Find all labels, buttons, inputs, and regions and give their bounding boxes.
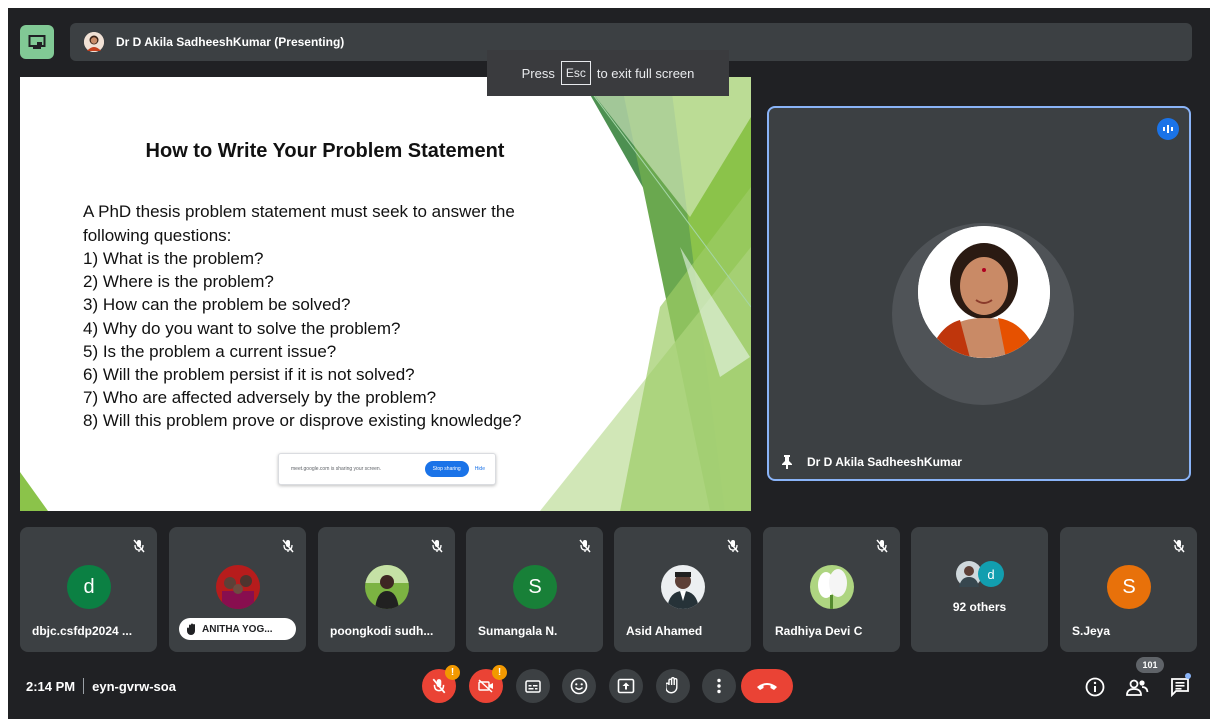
participant-tile[interactable]: Radhiya Devi C: [763, 527, 900, 652]
participant-tile[interactable]: Asid Ahamed: [614, 527, 751, 652]
participant-tile[interactable]: poongkodi sudh...: [318, 527, 455, 652]
mic-off-icon: [579, 539, 591, 553]
participant-avatar: [661, 565, 705, 609]
meeting-code: eyn-gvrw-soa: [92, 678, 176, 694]
raise-hand-icon: [666, 677, 678, 694]
meeting-details-button[interactable]: [1082, 674, 1108, 700]
hand-raised-icon: [187, 623, 195, 635]
mic-warning-badge: !: [445, 665, 460, 680]
captions-button[interactable]: [516, 669, 550, 703]
toast-text-after: to exit full screen: [596, 65, 695, 81]
participant-tile[interactable]: d dbjc.csfdp2024 ...: [20, 527, 157, 652]
camera-warning-badge: !: [492, 665, 507, 680]
participant-name: dbjc.csfdp2024 ...: [32, 624, 133, 638]
fullscreen-toast: Press Esc to exit full screen: [487, 50, 729, 96]
speaker-label: Dr D Akila SadheeshKumar: [781, 455, 962, 469]
participant-name: S.Jeya: [1072, 624, 1111, 638]
info-icon: [1085, 677, 1105, 697]
mic-off-icon: [1173, 539, 1185, 553]
present-screen-icon: [617, 678, 635, 694]
participant-name: ANITHA YOG...: [202, 623, 273, 635]
mic-off-icon: [876, 539, 888, 553]
participant-tile[interactable]: ANITHA YOG...: [169, 527, 306, 652]
participant-avatar: [216, 565, 260, 609]
camera-off-icon: [478, 679, 493, 693]
stop-sharing-button[interactable]: Stop sharing: [424, 461, 469, 477]
mic-off-icon: [133, 539, 145, 553]
question-item: 3) How can the problem be solved?: [83, 295, 351, 315]
speaker-tile[interactable]: Dr D Akila SadheeshKumar: [767, 106, 1191, 481]
presenter-avatar-icon: [84, 32, 104, 52]
toast-text-before: Press: [521, 65, 555, 81]
question-item: 7) Who are affected adversely by the pro…: [83, 388, 437, 408]
leave-call-button[interactable]: [741, 669, 793, 703]
speaker-portrait: [918, 226, 1050, 358]
participant-name: Asid Ahamed: [626, 624, 703, 638]
participant-name: Radhiya Devi C: [775, 624, 863, 638]
esc-key: Esc: [560, 61, 591, 85]
meet-window: Dr D Akila SadheeshKumar (Presenting) Ho…: [8, 8, 1210, 719]
slide-intro: A PhD thesis problem statement must seek…: [83, 202, 515, 245]
participant-name: Sumangala N.: [478, 624, 558, 638]
question-item: 1) What is the problem?: [83, 249, 264, 268]
screen-share-bar: meet.google.com is sharing your screen. …: [278, 453, 496, 485]
speaker-name: Dr D Akila SadheeshKumar: [807, 455, 962, 469]
chat-icon: [1171, 678, 1189, 697]
layout-button[interactable]: [20, 25, 54, 59]
participant-avatar: [810, 565, 854, 609]
end-call-icon: [757, 683, 777, 690]
others-avatar-initial: d: [978, 561, 1004, 587]
participant-avatar: S: [1107, 565, 1151, 609]
divider: [83, 678, 85, 694]
emoji-icon: [570, 677, 588, 695]
presenter-avatar: [84, 32, 104, 52]
participant-name: poongkodi sudh...: [330, 624, 434, 638]
mic-off-icon: [432, 678, 446, 694]
question-item: 4) Why do you want to solve the problem?: [83, 318, 401, 338]
question-list: 1) What is the problem? 2) Where is the …: [83, 247, 521, 433]
speaking-indicator-icon: [1157, 118, 1179, 140]
participant-avatar: S: [513, 565, 557, 609]
camera-button[interactable]: !: [469, 665, 507, 703]
participant-count-badge: 101: [1136, 657, 1164, 673]
mic-off-icon: [431, 539, 443, 553]
others-count: 92 others: [952, 600, 1007, 614]
participant-avatar: [365, 565, 409, 609]
others-tile[interactable]: d 92 others: [911, 527, 1048, 652]
shared-slide: How to Write Your Problem Statement A Ph…: [20, 77, 751, 511]
people-button[interactable]: [1124, 674, 1150, 700]
meeting-info: 2:14 PM eyn-gvrw-soa: [26, 678, 176, 694]
more-vert-icon: [717, 678, 721, 694]
reactions-button[interactable]: [562, 669, 596, 703]
bottom-bar: 2:14 PM eyn-gvrw-soa ! ! 101: [8, 657, 1210, 719]
chat-notification-dot: [1185, 673, 1191, 679]
question-item: 6) Will the problem persist if it is not…: [83, 365, 415, 385]
microphone-button[interactable]: !: [422, 665, 460, 703]
presenter-title: Dr D Akila SadheeshKumar (Presenting): [116, 35, 345, 49]
mic-off-icon: [727, 539, 739, 553]
captions-icon: [525, 679, 541, 693]
present-button[interactable]: [609, 669, 643, 703]
participant-tile[interactable]: S Sumangala N.: [466, 527, 603, 652]
participant-tile[interactable]: S S.Jeya: [1060, 527, 1197, 652]
speaker-avatar: [918, 226, 1050, 358]
layout-icon: [28, 35, 46, 49]
mic-off-icon: [282, 539, 294, 553]
more-options-button[interactable]: [702, 669, 736, 703]
clock: 2:14 PM: [26, 678, 76, 694]
question-item: 8) Will this problem prove or disprove e…: [83, 411, 522, 431]
others-avatars: d: [956, 559, 1006, 589]
hide-button[interactable]: Hide: [475, 466, 485, 472]
slide-title: How to Write Your Problem Statement: [145, 140, 505, 162]
question-item: 5) Is the problem a current issue?: [83, 341, 337, 361]
raise-hand-button[interactable]: [656, 669, 690, 703]
participant-name-chip: ANITHA YOG...: [179, 618, 296, 640]
question-item: 2) Where is the problem?: [83, 272, 274, 292]
people-icon: [1126, 679, 1149, 696]
participant-avatar: d: [67, 565, 111, 609]
share-bar-text: meet.google.com is sharing your screen.: [291, 466, 382, 472]
pin-icon[interactable]: [781, 455, 793, 469]
